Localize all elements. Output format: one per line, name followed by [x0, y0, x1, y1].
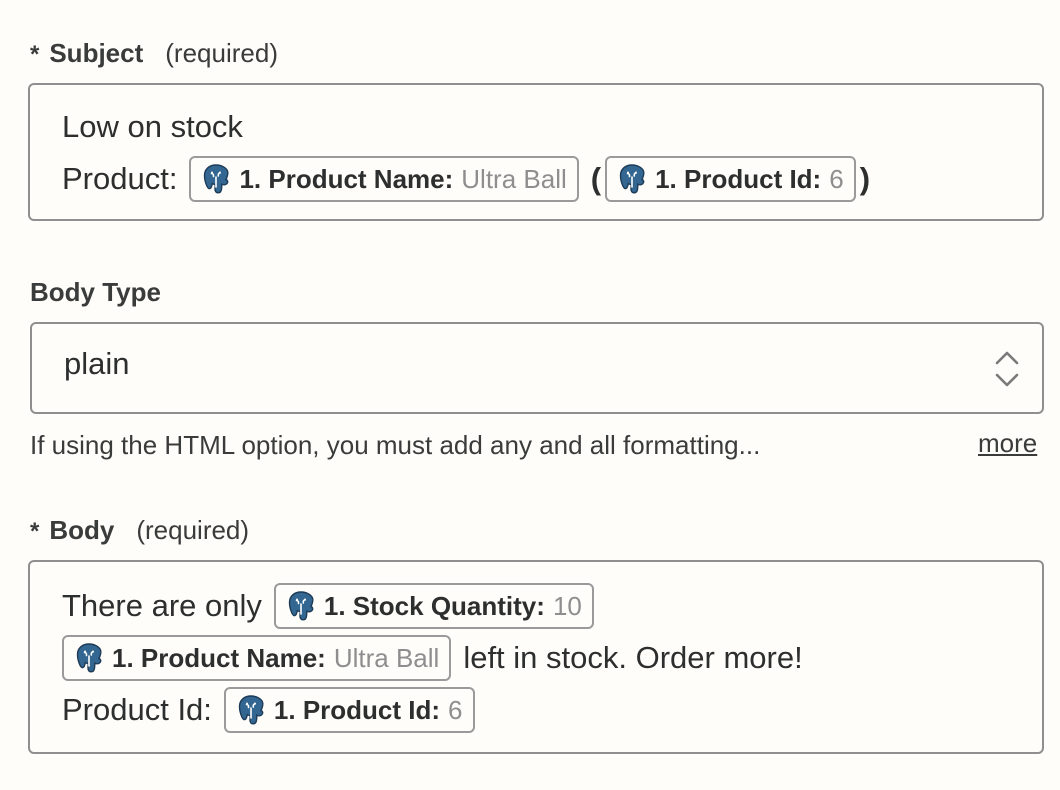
pill-key: 1. Product Name: [239, 163, 454, 194]
postgresql-elephant-icon [234, 693, 268, 727]
paren-close: ) [859, 161, 871, 196]
body-type-label-text: Body Type [30, 277, 161, 307]
field-pill-product-id[interactable]: 1. Product Id: 6 [223, 687, 475, 733]
subject-label-text: Subject [49, 38, 144, 68]
pill-value: 6 [829, 163, 844, 194]
field-pill-product-name[interactable]: 1. Product Name: Ultra Ball [62, 635, 452, 681]
body-line-2: 1. Product Name: Ultra Ball left in stoc… [62, 634, 803, 682]
body-type-value: plain [64, 346, 130, 381]
pill-value: Ultra Ball [461, 163, 567, 194]
body-line-1: There are only 1. Stock Quantity: 10 [62, 582, 594, 630]
required-star: * [30, 518, 40, 545]
subject-product-prefix: Product: [62, 161, 178, 196]
field-pill-product-id[interactable]: 1. Product Id: 6 [605, 156, 856, 202]
pill-value: 6 [448, 694, 463, 725]
body-type-label: Body Type [30, 277, 161, 308]
body-input[interactable]: There are only 1. Stock Quantity: 10 1. … [28, 560, 1044, 754]
subject-required-text: (required) [165, 38, 278, 68]
pill-value: Ultra Ball [333, 642, 440, 673]
body-line-3: Product Id: 1. Product Id: 6 [62, 686, 475, 734]
body-label: * Body (required) [30, 515, 249, 546]
postgresql-elephant-icon [72, 641, 106, 675]
subject-line-2: Product: 1. Product Name: Ultra Ball ( 1… [62, 155, 874, 203]
required-star: * [30, 41, 40, 68]
subject-line-1: Low on stock [62, 103, 243, 151]
body-label-text: Body [49, 515, 115, 545]
paren-open: ( [590, 161, 602, 196]
subject-input[interactable]: Low on stock Product: 1. Product Name: U… [28, 83, 1044, 221]
chevron-up-down-icon [995, 351, 1019, 387]
body-type-select[interactable]: plain [30, 322, 1044, 414]
pill-key: 1. Stock Quantity: [323, 590, 545, 621]
postgresql-elephant-icon [615, 162, 649, 196]
field-pill-product-name[interactable]: 1. Product Name: Ultra Ball [189, 156, 579, 202]
body-line1-text: There are only [62, 588, 262, 623]
more-link[interactable]: more [978, 428, 1037, 459]
postgresql-elephant-icon [284, 589, 318, 623]
body-type-help-text: If using the HTML option, you must add a… [30, 430, 761, 460]
subject-text: Low on stock [62, 109, 243, 144]
body-required-text: (required) [136, 515, 250, 545]
pill-key: 1. Product Id: [273, 694, 441, 725]
field-pill-stock-quantity[interactable]: 1. Stock Quantity: 10 [273, 583, 594, 629]
pill-key: 1. Product Id: [655, 163, 822, 194]
pill-value: 10 [552, 590, 582, 621]
pill-key: 1. Product Name: [112, 642, 326, 673]
body-line3-text: Product Id: [62, 692, 212, 727]
postgresql-elephant-icon [199, 162, 233, 196]
subject-label: * Subject (required) [30, 38, 278, 69]
body-line2-text: left in stock. Order more! [463, 640, 803, 675]
